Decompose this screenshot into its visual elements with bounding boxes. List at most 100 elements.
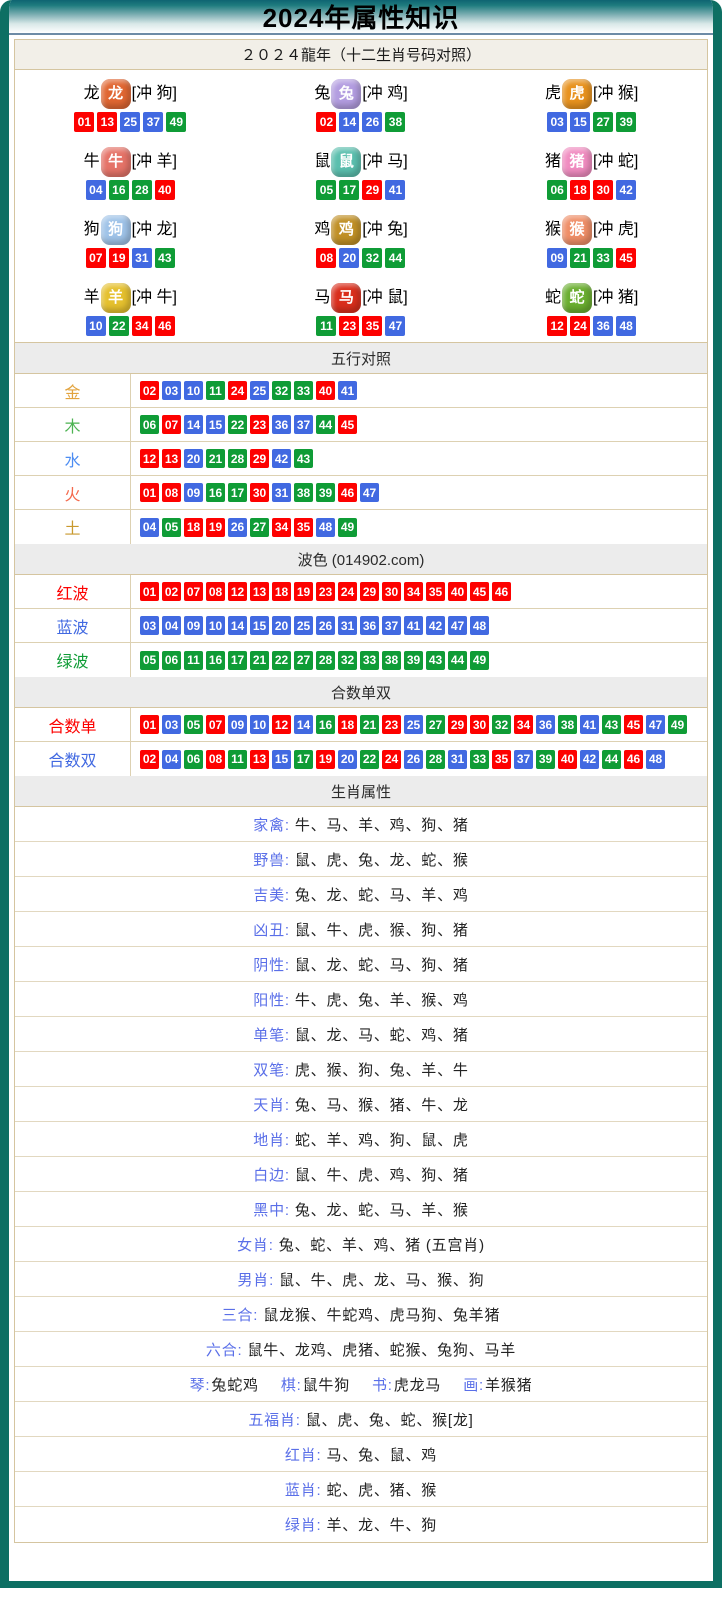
attr-value: 牛、虎、兔、羊、猴、鸡 (295, 989, 469, 1010)
number-badge: 28 (316, 651, 335, 670)
number-badge: 32 (362, 248, 382, 268)
number-badge: 27 (250, 518, 269, 537)
zodiac-cell-rat: 鼠鼠[冲 马]05172941 (246, 138, 477, 206)
number-badge: 23 (316, 582, 335, 601)
zodiac-number-badges: 03152739 (547, 112, 636, 132)
zodiac-animal-name: 兔 (314, 86, 330, 102)
section-header-waves: 波色 (014902.com) (15, 544, 707, 575)
main-table: ２０２４龍年（十二生肖号码对照） 龙龙[冲 狗]0113253749兔兔[冲 鸡… (14, 39, 708, 1543)
attr-label: 六合: (206, 1339, 243, 1360)
number-badge: 10 (206, 616, 225, 635)
zodiac-cell-ox: 牛牛[冲 羊]04162840 (15, 138, 246, 206)
number-badge: 35 (492, 750, 511, 769)
number-badge: 22 (228, 415, 247, 434)
number-badge: 22 (272, 651, 291, 670)
number-badge: 15 (250, 616, 269, 635)
number-badge: 44 (602, 750, 621, 769)
number-badge: 40 (448, 582, 467, 601)
attr-value: 蛇、虎、猪、猴 (326, 1479, 437, 1500)
number-badge: 33 (593, 248, 613, 268)
zodiac-cell-horse: 马马[冲 鼠]11233547 (246, 274, 477, 342)
page-content: ２０２４龍年（十二生肖号码对照） 龙龙[冲 狗]0113253749兔兔[冲 鸡… (9, 35, 713, 1581)
number-badge: 37 (382, 616, 401, 635)
number-badge: 27 (593, 112, 613, 132)
number-badge: 40 (558, 750, 577, 769)
fire-row: 火0108091617303138394647 (15, 476, 707, 510)
number-badge: 43 (155, 248, 175, 268)
number-badge: 43 (294, 449, 313, 468)
number-badge: 02 (162, 582, 181, 601)
number-badge: 12 (547, 316, 567, 336)
zodiac-clash-label: [冲 牛] (132, 290, 177, 306)
zodiac-clash-label: [冲 猴] (593, 86, 638, 102)
number-badge: 25 (250, 381, 269, 400)
number-badge: 01 (140, 582, 159, 601)
number-badge: 43 (426, 651, 445, 670)
attr-value: 兔、马、猴、猪、牛、龙 (295, 1094, 469, 1115)
attr-value: 兔、龙、蛇、马、羊、猴 (295, 1199, 469, 1220)
attr-row-black-center: 黑中:兔、龙、蛇、马、羊、猴 (15, 1192, 707, 1227)
zodiac-cell-rabbit: 兔兔[冲 鸡]02142638 (246, 70, 477, 138)
zodiac-number-badges: 06183042 (547, 180, 636, 200)
number-badge: 32 (492, 715, 511, 734)
number-badge: 25 (294, 616, 313, 635)
pig-icon: 猪 (562, 147, 592, 177)
zodiac-name-tiger: 虎虎[冲 猴] (545, 79, 638, 109)
attr-pair-label: 棋: (281, 1377, 302, 1394)
gold-numbers: 02031011242532334041 (131, 374, 707, 407)
number-badge: 15 (272, 750, 291, 769)
attr-pair-label: 画: (463, 1377, 484, 1394)
number-badge: 19 (206, 518, 225, 537)
number-badge: 07 (162, 415, 181, 434)
number-badge: 23 (250, 415, 269, 434)
number-badge: 17 (339, 180, 359, 200)
zodiac-cell-snake: 蛇蛇[冲 猪]12243648 (476, 274, 707, 342)
number-badge: 37 (294, 415, 313, 434)
attr-pair: 琴:兔蛇鸡 (190, 1374, 259, 1395)
number-badge: 02 (140, 750, 159, 769)
zodiac-number-badges: 02142638 (316, 112, 405, 132)
number-badge: 06 (184, 750, 203, 769)
number-badge: 02 (316, 112, 336, 132)
zodiac-animal-name: 鼠 (314, 154, 330, 170)
attr-row-five-fortune: 五福肖:鼠、虎、兔、蛇、猴[龙] (15, 1402, 707, 1437)
number-badge: 17 (228, 483, 247, 502)
red-wave-label: 红波 (15, 575, 131, 608)
zodiac-animal-name: 虎 (545, 86, 561, 102)
attr-value: 鼠龙猴、牛蛇鸡、虎马狗、兔羊猪 (263, 1304, 500, 1325)
attr-pair-value: 虎龙马 (394, 1377, 441, 1394)
section-header-sum-parity: 合数单双 (15, 677, 707, 708)
zodiac-number-badges: 11233547 (316, 316, 405, 336)
number-badge: 09 (184, 483, 203, 502)
number-badge: 31 (338, 616, 357, 635)
number-badge: 10 (250, 715, 269, 734)
number-badge: 14 (339, 112, 359, 132)
attr-row-male-zodiac: 男肖:鼠、牛、虎、龙、马、猴、狗 (15, 1262, 707, 1297)
number-badge: 11 (184, 651, 203, 670)
number-badge: 13 (250, 582, 269, 601)
number-badge: 44 (385, 248, 405, 268)
attr-pair-label: 琴: (190, 1377, 211, 1394)
number-badge: 16 (316, 715, 335, 734)
earth-row: 土04051819262734354849 (15, 510, 707, 544)
attr-row-lucky-fair: 吉美:兔、龙、蛇、马、羊、鸡 (15, 877, 707, 912)
snake-icon: 蛇 (562, 283, 592, 313)
number-badge: 19 (109, 248, 129, 268)
zodiac-number-badges: 12243648 (547, 316, 636, 336)
attr-label: 蓝肖: (285, 1479, 322, 1500)
earth-numbers: 04051819262734354849 (131, 510, 707, 544)
page-title: 2024年属性知识 (9, 0, 713, 33)
number-badge: 20 (184, 449, 203, 468)
number-badge: 15 (206, 415, 225, 434)
number-badge: 42 (616, 180, 636, 200)
zodiac-cell-rooster: 鸡鸡[冲 兔]08203244 (246, 206, 477, 274)
zodiac-name-dog: 狗狗[冲 龙] (84, 215, 177, 245)
blue-wave-numbers: 03040910141520252631363741424748 (131, 609, 707, 642)
number-badge: 40 (316, 381, 335, 400)
number-badge: 11 (316, 316, 336, 336)
number-badge: 01 (140, 483, 159, 502)
number-badge: 34 (272, 518, 291, 537)
water-row: 水1213202128294243 (15, 442, 707, 476)
water-label: 水 (15, 442, 131, 475)
number-badge: 47 (385, 316, 405, 336)
